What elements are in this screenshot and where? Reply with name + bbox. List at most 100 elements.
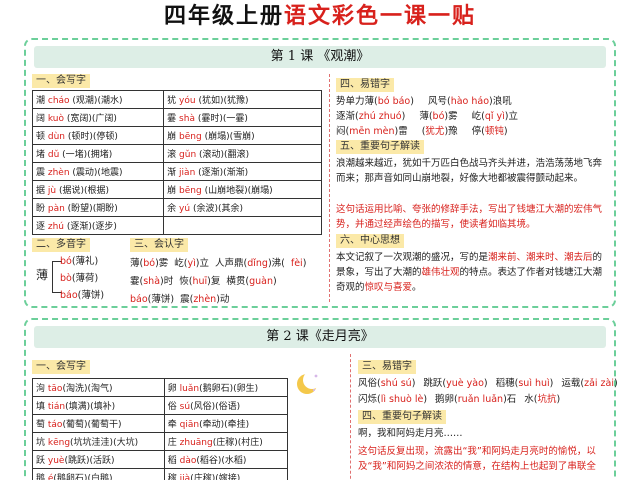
poly-word: (薄荷)	[71, 273, 99, 284]
term-pinyin: suì huì	[518, 378, 550, 389]
list-item: 逐渐(zhú zhuó) 薄(bó)雾 屹(qǐ yì)立	[336, 109, 532, 124]
poly-char: 薄	[36, 268, 49, 282]
term-words: )	[614, 378, 618, 389]
term: 风号(hào háo)浪吼	[428, 96, 512, 107]
table-row: 跃 yuè(跳跃)(活跃) 稻 dào(稻谷)(水稻)	[32, 450, 289, 469]
term: fèi)	[291, 258, 307, 269]
term-pinyin: zhú zhuó	[358, 111, 402, 122]
term-words: )	[483, 378, 488, 389]
word-entry-words: (顿时)(停顿)	[65, 132, 118, 142]
table-row: 洵 tāo(淘洗)(淘气) 卵 luǎn(鹅卵石)(卵生)	[32, 378, 289, 397]
term: 风俗(shú sú)	[358, 378, 415, 389]
term-words: )	[423, 394, 428, 405]
table-row: 潮 cháo (观潮)(潮水) 犹 yóu (犹如)(犹豫)	[31, 90, 322, 109]
word-entry-pinyin: luǎn	[179, 384, 200, 394]
term-words: )	[302, 258, 307, 269]
word-entry: 据 jù (据说)(根据)	[36, 186, 109, 196]
term-pinyin: yì	[187, 258, 196, 269]
word-entry-pinyin: shà	[179, 114, 195, 124]
term: báo(薄饼)	[130, 294, 174, 305]
word-entry-pinyin: dǔ	[47, 150, 60, 160]
term: 逐渐(zhú zhuó)	[336, 111, 405, 122]
term-char: 屹(	[174, 258, 188, 269]
lesson-1-poly-label: 二、多音字	[32, 238, 90, 252]
list-item: báo(薄饼) 震(zhèn)动	[130, 292, 235, 307]
poly-pinyin: bó	[60, 256, 72, 267]
lesson-1-write-table: 潮 cháo (观潮)(潮水) 犹 yóu (犹如)(犹豫) 阔 kuò (宽阔)(…	[31, 90, 322, 235]
term: 闪烁(lì shuò lè)	[358, 394, 427, 405]
word-entry: 洵 tāo(淘洗)(淘气)	[36, 384, 112, 394]
word-entry-words: (庄稼)(嫁接)	[190, 474, 241, 480]
word-entry-pinyin: jù	[47, 186, 57, 196]
table-row: 坑 kēng(坑坑洼洼)(大坑) 庄 zhuāng(庄稼)(村庄)	[32, 432, 289, 451]
word-entry-pinyin: tāo	[47, 384, 63, 394]
center-red-2: 雄伟壮观	[421, 267, 460, 278]
lesson-1-sentence-label: 五、重要句子解读	[336, 140, 424, 154]
term-pinyin: 犹尤	[425, 126, 445, 137]
term-char: 薄(	[419, 111, 433, 122]
word-entry-char: 牵	[167, 420, 180, 430]
word-entry-words: (牵动)(牵挂)	[199, 420, 250, 430]
term-pinyin: hào háo	[450, 96, 490, 107]
page-title: 四年级上册语文彩色一课一贴	[0, 2, 640, 32]
word-entry: 坑 kēng(坑坑洼洼)(大坑)	[36, 438, 138, 448]
lesson-1-center-text: 本文记叙了一次观潮的盛况，写的是潮来前、潮来时、潮去后的景象，写出了大潮的雄伟壮…	[336, 250, 608, 295]
word-entry-char: 逐	[36, 222, 48, 232]
lesson-2-explain: 这句话反复出现，流露出“我”和阿妈走月亮时的愉悦，以及“我”和阿妈之间浓浓的情意…	[358, 446, 596, 472]
word-entry-char: 萄	[36, 420, 48, 430]
word-entry-char: 坑	[36, 438, 48, 448]
term-pinyin: bó	[143, 258, 156, 269]
term-words: )雷	[394, 126, 408, 137]
term: 势单力薄(bó báo)	[336, 96, 414, 107]
term-pinyin: ruǎn luǎn	[457, 394, 504, 405]
term-words: )	[401, 111, 406, 122]
poly-pinyin: báo	[60, 290, 78, 301]
word-entry: 萄 táo(葡萄)(葡萄干)	[36, 420, 121, 430]
word-entry-pinyin: bēng	[179, 132, 202, 142]
table-cell: 霎 shà (霎时)(一霎)	[163, 108, 322, 127]
center-text-4: 。	[412, 282, 422, 293]
word-entry-words: (滚动)(翻滚)	[196, 150, 250, 160]
term-words: )时	[160, 276, 174, 287]
term-words: (薄饼)	[147, 294, 175, 305]
term-char: 水(	[524, 394, 538, 405]
word-entry-pinyin: zhèn	[47, 168, 70, 178]
word-entry-pinyin: jiàn	[179, 168, 196, 178]
term: 闷(mēn mèn)雷	[336, 126, 408, 137]
term: 运载(zǎi zài)	[561, 378, 617, 389]
word-entry-pinyin: yóu	[179, 96, 196, 106]
table-cell: 堵 dǔ (一堵)(拥堵)	[31, 144, 165, 163]
term-words: )石	[503, 394, 517, 405]
word-entry: 顿 dùn (顿时)(停顿)	[36, 132, 118, 142]
term: 薄(bó)雾	[130, 258, 168, 269]
lesson-1-divider	[329, 74, 330, 302]
table-cell: 俗 sú(风俗)(俗语)	[163, 396, 289, 415]
table-cell: 洵 tāo(淘洗)(淘气)	[32, 378, 165, 397]
word-entry-words: (鹅卵石)(白鹅)	[53, 474, 113, 480]
term-words: )沸(	[267, 258, 285, 269]
table-cell: 庄 zhuāng(庄稼)(村庄)	[163, 432, 289, 451]
word-entry-char: 洵	[36, 384, 48, 394]
center-red-3: 惊叹与喜爱	[364, 282, 413, 293]
word-entry-pinyin: kuò	[47, 114, 65, 124]
term-pinyin: lì shuò lè	[380, 394, 424, 405]
table-cell: 填 tián(填满)(填补)	[32, 396, 165, 415]
table-cell: 坑 kēng(坑坑洼洼)(大坑)	[32, 432, 165, 451]
word-entry-char: 堵	[36, 150, 48, 160]
table-row: 震 zhèn (震动)(地震) 渐 jiàn (逐渐)(渐渐)	[31, 162, 322, 181]
word-entry: 震 zhèn (震动)(地震)	[36, 168, 122, 178]
lesson-1-heading: 第 1 课 《观潮》	[34, 46, 606, 68]
poly-item: báo(薄饼)	[60, 288, 104, 303]
term: 跳跃(yuè yào)	[423, 378, 487, 389]
word-entry-pinyin: zhú	[47, 222, 65, 232]
lesson-1-recog-label: 三、会认字	[130, 238, 188, 252]
word-entry-words: (庄稼)(村庄)	[212, 438, 263, 448]
term-pinyin: zǎi zài	[584, 378, 615, 389]
term-pinyin: qǐ yì	[484, 111, 505, 122]
word-entry-words: (跳跃)(活跃)	[64, 456, 115, 466]
table-cell: 顿 dùn (顿时)(停顿)	[31, 126, 165, 145]
table-cell: 阔 kuò (宽阔)(广阔)	[31, 108, 165, 127]
list-item: 薄(bó)雾 屹(yì)立 人声鼎(dǐng)沸(fèi)	[130, 256, 312, 271]
term-char: 人声鼎(	[214, 258, 248, 269]
lesson-1-write-label: 一、会写字	[32, 74, 90, 88]
